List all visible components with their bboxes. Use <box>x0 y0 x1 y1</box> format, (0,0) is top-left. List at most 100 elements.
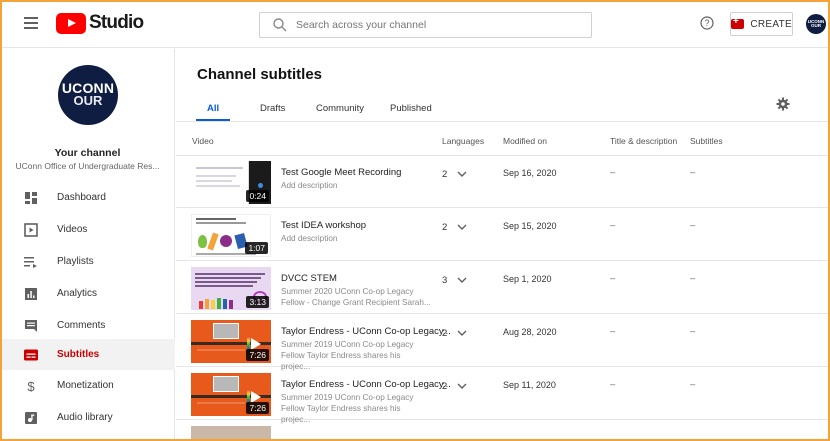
sidebar-item-subtitles[interactable]: Subtitles <box>0 339 175 370</box>
languages-count: 2 <box>442 169 448 180</box>
column-header-languages: Languages <box>442 136 485 146</box>
chevron-down-icon[interactable] <box>457 329 467 337</box>
svg-text:?: ? <box>704 18 709 28</box>
video-thumbnail[interactable]: 3:13 <box>191 267 271 310</box>
tab-all[interactable]: All <box>207 103 219 114</box>
video-duration: 1:07 <box>245 242 268 254</box>
column-header-subtitles: Subtitles <box>690 136 723 146</box>
sidebar-item-videos[interactable]: Videos <box>0 215 175 245</box>
video-title[interactable]: DVCC STEM <box>281 273 337 284</box>
video-title[interactable]: Taylor Endress - UConn Co-op Legacy... <box>281 326 451 337</box>
video-description: Add description <box>281 181 338 190</box>
subtitles-status: – <box>690 220 696 231</box>
sidebar: UCONN OUR Your channel UConn Office of U… <box>0 49 175 441</box>
subtitles-icon <box>24 349 38 361</box>
sidebar-item-playlists[interactable]: Playlists <box>0 247 175 277</box>
table-row[interactable]: 3:13 DVCC STEM Summer 2020 UConn Co-op L… <box>176 262 830 314</box>
sidebar-item-label: Dashboard <box>57 192 106 203</box>
video-duration: 7:26 <box>246 349 269 361</box>
video-thumbnail[interactable]: 0:24 <box>191 161 271 204</box>
sidebar-item-analytics[interactable]: Analytics <box>0 279 175 309</box>
studio-logo[interactable]: Studio <box>56 12 144 34</box>
search-box[interactable] <box>259 12 592 38</box>
create-video-icon <box>731 16 745 29</box>
subtitles-status: – <box>690 273 696 284</box>
video-thumbnail[interactable]: 1:07 <box>191 214 271 257</box>
chevron-down-icon[interactable] <box>457 276 467 284</box>
channel-title: Your channel <box>54 147 121 159</box>
title-description-status: – <box>610 273 616 284</box>
languages-count: 3 <box>442 275 448 286</box>
video-duration: 7:26 <box>246 402 269 414</box>
channel-name[interactable]: UConn Office of Undergraduate Res... <box>0 161 175 171</box>
search-input[interactable] <box>296 19 576 31</box>
video-thumbnail-partial[interactable] <box>191 426 271 441</box>
video-duration: 0:24 <box>246 190 269 202</box>
chevron-down-icon[interactable] <box>457 382 467 390</box>
tabs-divider <box>176 121 830 122</box>
sidebar-item-audio-library[interactable]: Audio library <box>0 403 175 433</box>
video-title[interactable]: Test Google Meet Recording <box>281 167 401 178</box>
sidebar-item-dashboard[interactable]: Dashboard <box>0 183 175 213</box>
sidebar-item-comments[interactable]: Comments <box>0 311 175 341</box>
table-row[interactable]: 7:26 Taylor Endress - UConn Co-op Legacy… <box>176 315 830 371</box>
help-icon[interactable]: ? <box>700 16 714 30</box>
create-label: CREATE <box>750 18 792 30</box>
video-thumbnail[interactable]: 7:26 <box>191 373 271 416</box>
title-description-status: – <box>610 326 616 337</box>
title-description-status: – <box>610 379 616 390</box>
tab-drafts[interactable]: Drafts <box>260 103 285 114</box>
chevron-down-icon[interactable] <box>457 170 467 178</box>
menu-icon[interactable] <box>24 17 38 29</box>
modified-date: Aug 28, 2020 <box>503 327 557 337</box>
table-row[interactable]: 1:07 Test IDEA workshop Add description … <box>176 209 830 261</box>
svg-text:$: $ <box>27 379 35 393</box>
gear-icon[interactable] <box>776 97 790 111</box>
tab-community[interactable]: Community <box>316 103 364 114</box>
title-description-status: – <box>610 167 616 178</box>
column-header-modified[interactable]: Modified on <box>503 136 547 146</box>
video-title[interactable]: Test IDEA workshop <box>281 220 366 231</box>
subtitles-status: – <box>690 379 696 390</box>
logo-text: Studio <box>89 12 144 33</box>
page-title: Channel subtitles <box>197 66 323 83</box>
youtube-play-icon <box>56 12 86 34</box>
languages-count: 2 <box>442 328 448 339</box>
channel-avatar-text-bottom: OUR <box>73 93 103 109</box>
sidebar-item-label: Subtitles <box>57 349 100 360</box>
languages-count: 2 <box>442 222 448 233</box>
sidebar-item-label: Videos <box>57 224 88 235</box>
title-description-status: – <box>610 220 616 231</box>
analytics-icon <box>25 288 37 300</box>
comments-icon <box>25 320 37 332</box>
sidebar-item-label: Playlists <box>57 256 94 267</box>
top-bar: Studio ? CREATE UCONN OUR <box>0 0 830 48</box>
sidebar-item-label: Analytics <box>57 288 98 299</box>
sidebar-item-monetization[interactable]: $ Monetization <box>0 371 175 401</box>
create-button[interactable]: CREATE <box>730 12 793 36</box>
video-title[interactable]: Taylor Endress - UConn Co-op Legacy... <box>281 379 451 390</box>
video-description: Summer 2019 UConn Co-op Legacy Fellow Ta… <box>281 393 414 424</box>
modified-date: Sep 16, 2020 <box>503 168 557 178</box>
search-icon <box>273 18 287 32</box>
subtitles-status: – <box>690 167 696 178</box>
table-row[interactable]: 0:24 Test Google Meet Recording Add desc… <box>176 156 830 208</box>
dollar-icon: $ <box>27 379 35 393</box>
languages-count: 2 <box>442 381 448 392</box>
channel-avatar[interactable]: UCONN OUR <box>58 65 118 125</box>
video-description: Add description <box>281 234 338 243</box>
tab-published[interactable]: Published <box>390 103 432 114</box>
sidebar-item-label: Audio library <box>57 412 113 423</box>
video-description: Summer 2020 UConn Co-op Legacy Fellow - … <box>281 287 431 307</box>
account-avatar[interactable]: UCONN OUR <box>806 14 826 34</box>
dashboard-icon <box>25 192 37 204</box>
video-duration: 3:13 <box>246 296 269 308</box>
video-thumbnail[interactable]: 7:26 <box>191 320 271 363</box>
table-row[interactable]: 7:26 Taylor Endress - UConn Co-op Legacy… <box>176 368 830 424</box>
sidebar-item-label: Comments <box>57 320 106 331</box>
column-header-title-description: Title & description <box>610 136 678 146</box>
avatar-text-bottom: OUR <box>811 23 821 28</box>
audio-library-icon <box>25 412 37 424</box>
chevron-down-icon[interactable] <box>457 223 467 231</box>
column-header-video: Video <box>192 136 214 146</box>
